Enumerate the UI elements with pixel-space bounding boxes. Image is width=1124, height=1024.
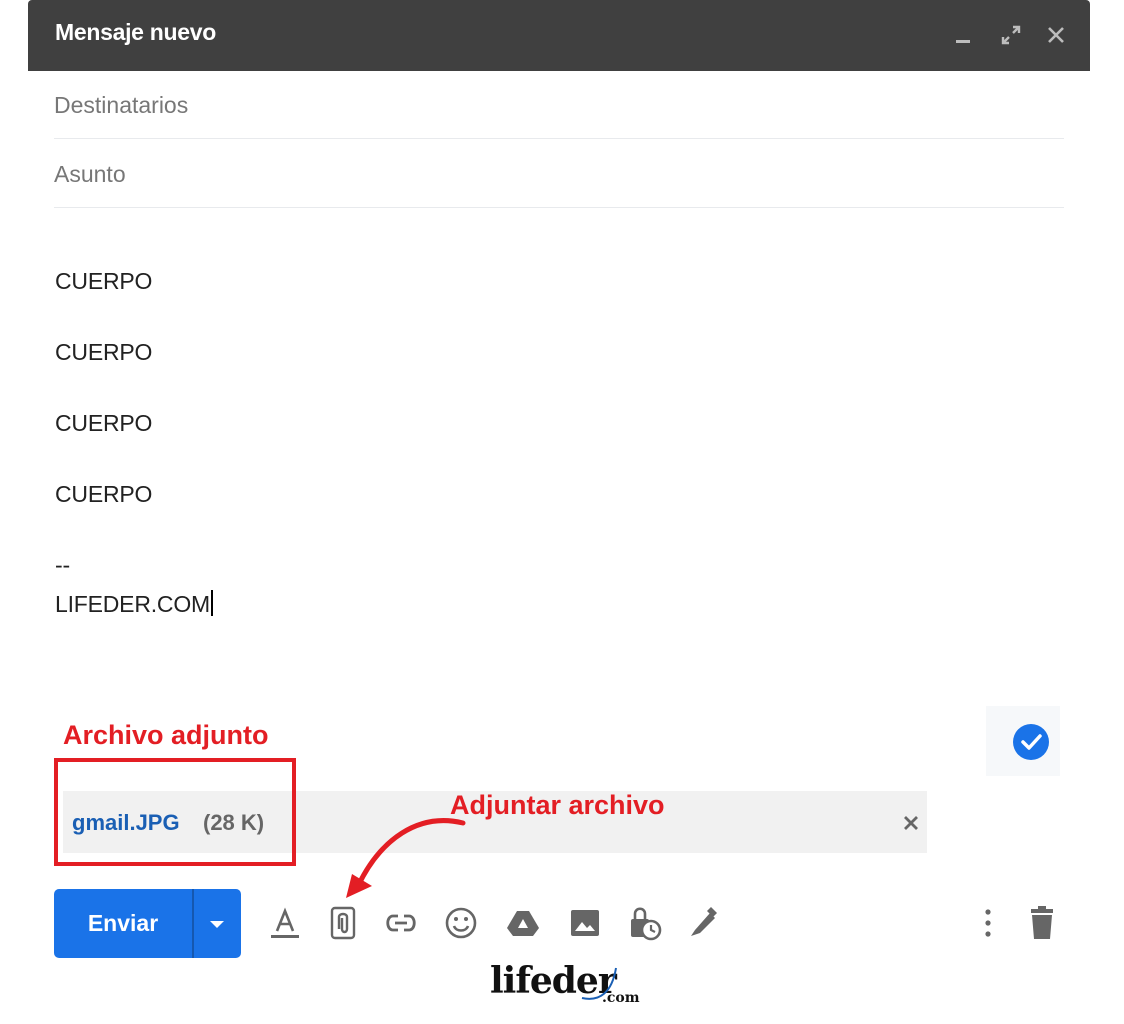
annotation-arrow-icon [346,818,466,898]
subject-placeholder: Asunto [54,161,126,187]
subject-field[interactable]: Asunto [54,139,1064,208]
send-button-group: Enviar [54,889,241,958]
attach-file-icon[interactable] [323,903,363,943]
attachment-highlight-box [54,758,296,866]
check-circle-icon [1013,724,1049,760]
lifeder-logo: lifeder .com [490,960,650,1010]
expand-icon[interactable] [996,20,1026,50]
body-line: CUERPO [55,481,153,507]
signature-text: LIFEDER.COM [55,591,210,617]
drive-icon[interactable] [503,903,543,943]
signature-line: LIFEDER.COM [55,590,213,618]
dropdown-arrow-icon [210,921,224,928]
attachment-annotation-label: Archivo adjunto [63,720,269,750]
send-options-button[interactable] [194,889,241,958]
compose-title-bar: Mensaje nuevo [28,0,1090,71]
logo-suffix-text: .com [602,990,640,1006]
body-line: CUERPO [55,268,153,294]
signature-separator: -- [55,552,70,578]
remove-attachment-icon[interactable] [899,811,923,835]
more-options-icon[interactable] [968,903,1008,943]
send-button[interactable]: Enviar [54,889,192,958]
body-line: CUERPO [55,339,153,365]
discard-draft-icon[interactable] [1022,903,1062,943]
minimize-icon[interactable] [948,20,978,50]
confidential-mode-icon[interactable] [625,903,665,943]
signature-icon[interactable] [683,903,723,943]
recipients-placeholder: Destinatarios [54,92,189,118]
check-badge [986,706,1060,776]
format-text-icon[interactable] [265,903,305,943]
insert-photo-icon[interactable] [565,903,605,943]
emoji-icon[interactable] [441,903,481,943]
insert-link-icon[interactable] [381,903,421,943]
compose-window: Mensaje nuevo Destinatarios Asunto CUERP… [28,0,1090,1024]
recipients-field[interactable]: Destinatarios [54,70,1064,139]
compose-title: Mensaje nuevo [55,19,216,45]
body-line: CUERPO [55,410,153,436]
text-cursor [210,590,213,616]
close-icon[interactable] [1041,20,1071,50]
